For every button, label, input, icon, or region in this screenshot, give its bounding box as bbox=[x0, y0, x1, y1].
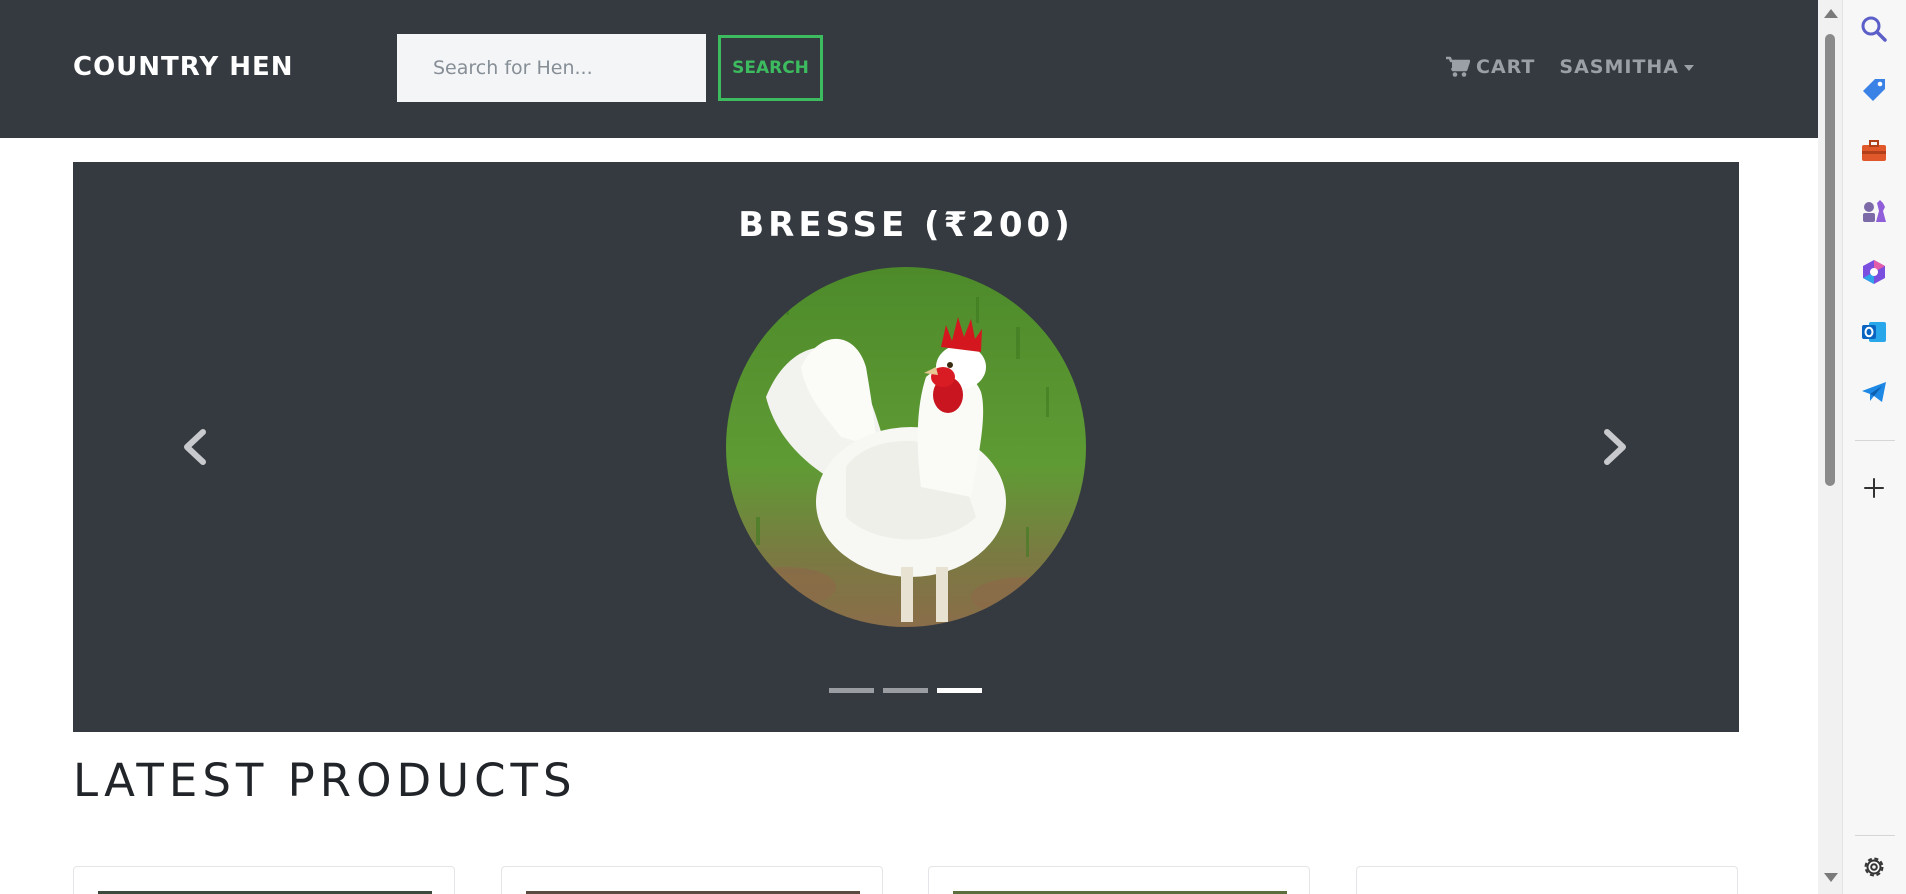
cart-icon bbox=[1446, 56, 1470, 77]
search-icon[interactable] bbox=[1860, 15, 1888, 43]
chevron-left-icon bbox=[184, 429, 206, 465]
slide-title: BRESSE (₹200) bbox=[738, 205, 1074, 245]
carousel-prev-button[interactable] bbox=[171, 422, 221, 472]
copilot-icon[interactable] bbox=[1860, 258, 1888, 286]
carousel-indicator[interactable] bbox=[883, 688, 928, 693]
navbar: COUNTRY HEN SEARCH CART SASMITHA bbox=[0, 0, 1818, 138]
hero-carousel: BRESSE (₹200) bbox=[73, 162, 1739, 732]
carousel-indicator-active[interactable] bbox=[937, 688, 982, 693]
carousel-indicator[interactable] bbox=[829, 688, 874, 693]
search-input[interactable] bbox=[397, 34, 706, 102]
chevron-down-icon bbox=[1684, 65, 1695, 71]
hen-image bbox=[726, 267, 1086, 627]
settings-icon[interactable] bbox=[1860, 853, 1888, 881]
latest-products-heading: LATEST PRODUCTS bbox=[73, 754, 577, 807]
product-card[interactable] bbox=[73, 866, 455, 894]
outlook-icon[interactable] bbox=[1860, 318, 1888, 346]
browser-sidebar bbox=[1842, 0, 1906, 894]
product-card[interactable] bbox=[501, 866, 883, 894]
shopping-tag-icon[interactable] bbox=[1860, 76, 1888, 104]
add-icon[interactable] bbox=[1860, 474, 1888, 502]
tools-icon[interactable] bbox=[1860, 137, 1888, 165]
scroll-down-arrow-icon[interactable] bbox=[1824, 873, 1838, 882]
page-scrollbar[interactable] bbox=[1818, 0, 1842, 894]
cart-link[interactable]: CART bbox=[1446, 56, 1535, 78]
carousel-indicators bbox=[829, 688, 991, 693]
page: COUNTRY HEN SEARCH CART SASMITHA BRESSE … bbox=[0, 0, 1818, 894]
search-button[interactable]: SEARCH bbox=[718, 35, 823, 101]
telegram-icon[interactable] bbox=[1860, 378, 1888, 406]
cart-label: CART bbox=[1476, 56, 1536, 78]
scrollbar-thumb[interactable] bbox=[1825, 34, 1835, 486]
user-dropdown[interactable]: SASMITHA bbox=[1559, 56, 1695, 78]
product-card[interactable] bbox=[928, 866, 1310, 894]
product-card[interactable] bbox=[1356, 866, 1738, 894]
nav-links: CART SASMITHA bbox=[1446, 52, 1695, 82]
chess-icon[interactable] bbox=[1860, 197, 1888, 225]
user-name: SASMITHA bbox=[1559, 56, 1680, 78]
scroll-up-arrow-icon[interactable] bbox=[1824, 9, 1838, 18]
sidebar-divider bbox=[1855, 440, 1895, 441]
sidebar-divider bbox=[1855, 835, 1895, 836]
brand-logo[interactable]: COUNTRY HEN bbox=[73, 50, 294, 84]
chevron-right-icon bbox=[1604, 429, 1626, 465]
carousel-next-button[interactable] bbox=[1589, 422, 1639, 472]
